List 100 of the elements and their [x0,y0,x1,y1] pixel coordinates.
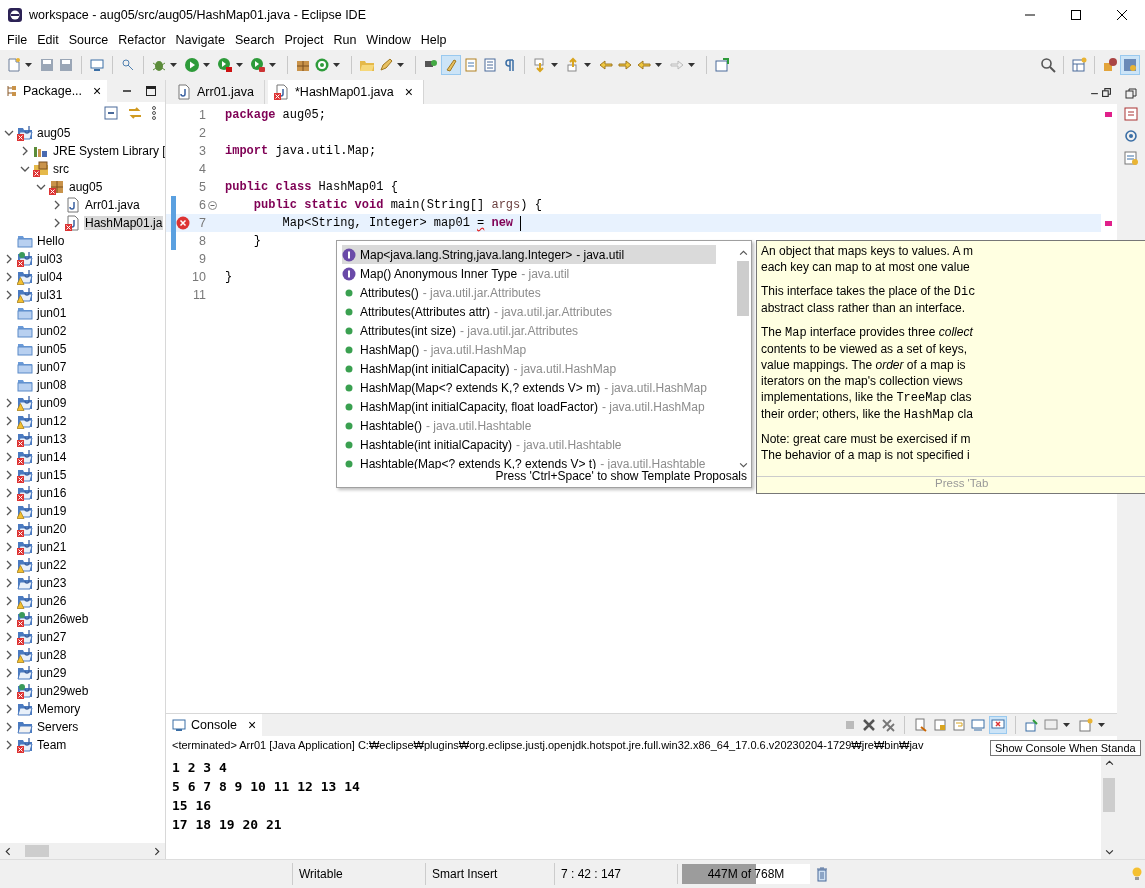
trash-icon[interactable] [814,866,830,882]
java-perspective-icon[interactable] [1121,56,1139,74]
completion-item[interactable]: Map<java.lang.String,java.lang.Integer> - java.util [342,245,716,264]
package-explorer-tab[interactable]: Package... × [0,80,108,102]
completion-item[interactable]: Hashtable() - java.util.Hashtable [342,416,716,435]
tree-item-label[interactable]: src [52,162,70,176]
scroll-up-icon[interactable] [738,249,748,258]
completion-item[interactable]: HashMap() - java.util.HashMap [342,340,716,359]
editor-tab[interactable]: *HashMap01.java × [268,80,424,104]
completion-item[interactable]: Attributes() - java.util.jar.Attributes [342,283,716,302]
completion-item[interactable]: HashMap(int initialCapacity, float loadFactor) - java.util.HashMap [342,397,716,416]
tree-item-label[interactable]: jun07 [36,360,68,374]
console-tab[interactable]: Console × [166,714,263,736]
scrollbar-thumb[interactable] [1103,778,1115,812]
tree-item-label[interactable]: aug05 [36,126,72,140]
view-menu-icon[interactable] [151,105,157,121]
close-tab-button[interactable]: × [404,84,413,100]
tree-item-label[interactable]: Arr01.java [84,198,141,212]
fold-icon[interactable] [208,200,217,210]
menu-item[interactable]: File [2,33,33,47]
coverage-icon[interactable] [217,57,233,73]
tree-item-label[interactable]: Team [36,738,68,752]
completion-item[interactable]: Attributes(int size) - java.util.jar.Attributes [342,321,716,340]
scroll-right-icon[interactable] [152,846,161,856]
tree-item-label[interactable]: jun16 [36,486,68,500]
tree-item-label[interactable]: jun08 [36,378,68,392]
tree-item-label[interactable]: jun13 [36,432,68,446]
tree-item-label[interactable]: jun27 [36,630,68,644]
menu-item[interactable]: Refactor [113,33,171,47]
dropdown-arrow-icon[interactable] [397,63,404,67]
scroll-left-icon[interactable] [4,846,13,856]
tree-item-label[interactable]: jun20 [36,522,68,536]
tree-item-label[interactable]: jun01 [36,306,68,320]
tree-item-label[interactable]: jun22 [36,558,68,572]
scroll-down-icon[interactable] [738,460,748,469]
maximize-view-icon[interactable] [145,85,158,97]
completion-item[interactable]: Attributes(Attributes attr) - java.util.jar.Attributes [342,302,716,321]
run-icon[interactable] [184,57,200,73]
tree-item-label[interactable]: jun12 [36,414,68,428]
class-icon[interactable] [314,57,330,73]
tree-item-label[interactable]: jun05 [36,342,68,356]
dropdown-arrow-icon[interactable] [551,63,558,67]
restore-view-icon[interactable] [1102,87,1111,97]
dropdown-arrow-icon[interactable] [236,63,243,67]
completion-item[interactable]: Map() Anonymous Inner Type - java.util [342,264,716,283]
completion-item[interactable]: HashMap(Map<? extends K,? extends V> m) - java.util.HashMap [342,378,716,397]
search-icon[interactable] [1040,57,1056,73]
open-perspective-icon[interactable] [1071,57,1087,73]
close-tab-button[interactable]: × [93,83,102,99]
tree-item-label[interactable]: jul04 [36,270,64,284]
dropdown-arrow-icon[interactable] [1063,723,1070,727]
completion-item[interactable]: Hashtable(int initialCapacity) - java.util.Hashtable [342,435,716,454]
menu-item[interactable]: Run [328,33,362,47]
scroll-up-icon[interactable] [1104,759,1114,768]
tree-item-label[interactable]: Servers [36,720,80,734]
tree-item-label[interactable]: jun26 [36,594,68,608]
tree-item-label[interactable]: jun09 [36,396,68,410]
restore-icon[interactable] [1125,88,1137,100]
menu-item[interactable]: Source [63,33,114,47]
menu-item[interactable]: Help [415,33,452,47]
tree-item-label[interactable]: jun02 [36,324,68,338]
tree-item-label[interactable]: jun21 [36,540,68,554]
tree-item-label[interactable]: jun26web [36,612,90,626]
outline-icon[interactable] [1123,106,1139,122]
dropdown-arrow-icon[interactable] [269,63,276,67]
menu-item[interactable]: Project [279,33,329,47]
tree-item-label[interactable]: aug05 [68,180,104,194]
java-ee-perspective-icon[interactable] [1102,57,1118,73]
dropdown-arrow-icon[interactable] [333,63,340,67]
new-window-icon[interactable] [714,57,730,73]
tree-item-label[interactable]: jun29web [36,684,90,698]
close-icon[interactable] [1116,9,1128,21]
dropdown-arrow-icon[interactable] [688,63,695,67]
tree-item-label[interactable]: jun29 [36,666,68,680]
tree-item-label[interactable]: jun19 [36,504,68,518]
maximize-icon[interactable] [1070,9,1082,21]
menu-item[interactable]: Edit [32,33,64,47]
completion-item[interactable]: HashMap(int initialCapacity) - java.util.HashMap [342,359,716,378]
clear-console-icon[interactable] [914,718,928,732]
tree-item-label[interactable]: jun15 [36,468,68,482]
close-tab-button[interactable]: × [247,717,257,733]
menu-item[interactable]: Navigate [170,33,230,47]
dropdown-arrow-icon[interactable] [584,63,591,67]
tree-item-label[interactable]: HashMap01.ja [84,216,164,230]
tree-item-label[interactable]: Memory [36,702,82,716]
tree-item-label[interactable]: jun28 [36,648,68,662]
pin-console-icon[interactable] [1025,718,1039,732]
remove-launch-icon[interactable] [862,718,876,732]
scroll-down-icon[interactable] [1104,847,1114,856]
scrollbar-thumb[interactable] [737,261,749,316]
show-console-error-icon[interactable] [990,717,1006,733]
tree-item-label[interactable]: jun14 [36,450,68,464]
next-edit-icon[interactable] [617,57,633,73]
dropdown-arrow-icon[interactable] [655,63,662,67]
terminal-icon[interactable] [89,57,105,73]
tree-item-label[interactable]: JRE System Library [ [52,144,165,158]
menu-item[interactable]: Window [361,33,416,47]
last-edit-icon[interactable] [598,57,614,73]
tree-item-label[interactable]: jul03 [36,252,64,266]
dropdown-arrow-icon[interactable] [170,63,177,67]
